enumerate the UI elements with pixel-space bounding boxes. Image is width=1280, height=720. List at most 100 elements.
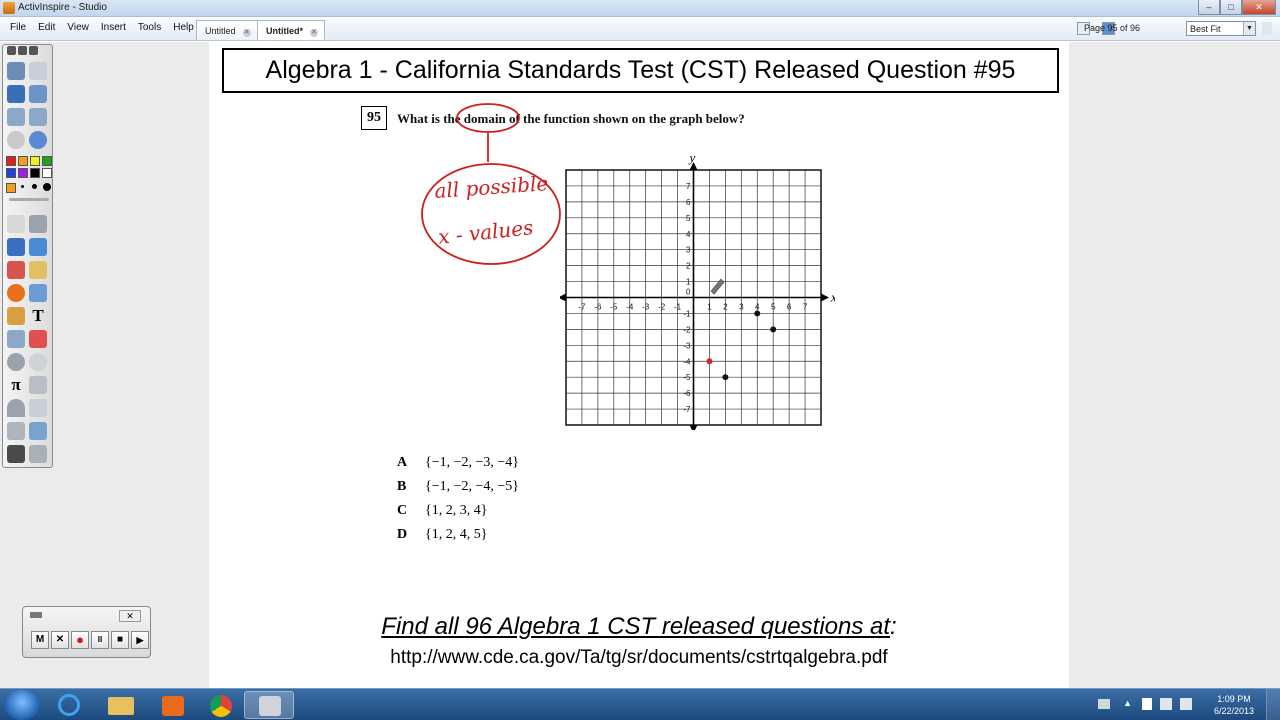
minimize-button[interactable]: – [1198, 0, 1220, 15]
menu-view[interactable]: View [61, 22, 95, 33]
system-clock[interactable]: 1:09 PM 6/22/2013 [1214, 693, 1254, 717]
notes-browser-tool-icon[interactable] [7, 85, 25, 103]
menu-edit[interactable]: Edit [32, 22, 61, 33]
toolbox-close-icon[interactable] [29, 46, 38, 55]
ruler-icon[interactable] [29, 376, 47, 394]
keyboard-icon[interactable] [1098, 699, 1110, 709]
connector-tool-icon[interactable] [29, 284, 47, 302]
pen-size-small-icon[interactable] [21, 185, 24, 188]
undo-icon[interactable] [7, 353, 25, 371]
toolbox-pin-icon[interactable] [18, 46, 27, 55]
pen-width-slider[interactable] [9, 198, 49, 201]
tab-label: Untitled [205, 26, 236, 36]
recorder-close-icon[interactable]: ✕ [119, 610, 141, 622]
shape-tool-icon[interactable] [7, 284, 25, 302]
overflow-icon[interactable] [1262, 22, 1272, 35]
play-icon[interactable] [7, 131, 25, 149]
text-tool-icon[interactable]: T [29, 307, 47, 325]
recorder-pause-button[interactable]: II [91, 631, 109, 649]
network-icon[interactable] [1160, 698, 1172, 710]
clock-date: 6/22/2013 [1213, 706, 1254, 716]
page-browser-tool-icon[interactable] [7, 62, 25, 80]
next-page-icon[interactable] [29, 108, 47, 126]
taskbar-activinspire[interactable] [244, 691, 294, 719]
close-button[interactable]: ✕ [1242, 0, 1276, 15]
choice-letter: D [397, 527, 408, 542]
x-tick-label: 1 [707, 303, 712, 312]
recorder-tool-icon[interactable] [7, 445, 25, 463]
origin-label: 0 [686, 288, 691, 297]
globe-icon[interactable] [29, 131, 47, 149]
pen-size-large-icon[interactable] [43, 183, 51, 191]
color-yellow-swatch[interactable] [30, 156, 40, 166]
property-browser-tool-icon[interactable] [29, 85, 47, 103]
redo-icon[interactable] [29, 353, 47, 371]
menu-help[interactable]: Help [167, 22, 200, 33]
compass-icon[interactable] [29, 399, 47, 417]
x-tick-label: 6 [787, 303, 792, 312]
menu-tools[interactable]: Tools [132, 22, 167, 33]
footer-url[interactable]: http://www.cde.ca.gov/Ta/tg/sr/documents… [209, 647, 1069, 669]
choice-c[interactable]: C {1, 2, 3, 4} [397, 503, 519, 527]
select-tool-icon[interactable] [7, 215, 25, 233]
activinspire-taskbar-icon [259, 696, 281, 716]
data-point [722, 374, 729, 381]
pen-tool-icon[interactable] [7, 238, 25, 256]
x-tick-label: -2 [658, 303, 666, 312]
color-purple-swatch[interactable] [18, 168, 28, 178]
color-green-swatch[interactable] [42, 156, 52, 166]
color-picker-swatch[interactable] [6, 183, 16, 193]
choice-a[interactable]: A {−1, −2, −3, −4} [397, 455, 519, 479]
color-white-swatch[interactable] [42, 168, 52, 178]
camera-icon[interactable] [29, 422, 47, 440]
recorder-cancel-button[interactable]: ✕ [51, 631, 69, 649]
choice-b[interactable]: B {−1, −2, −4, −5} [397, 479, 519, 503]
taskbar-explorer[interactable] [96, 691, 146, 719]
taskbar-media-player[interactable] [148, 691, 198, 719]
color-orange-swatch[interactable] [18, 156, 28, 166]
tab-untitled-active[interactable]: Untitled* ✕ [257, 20, 325, 40]
color-black-swatch[interactable] [30, 168, 40, 178]
recorder-minimize-button[interactable]: M [31, 631, 49, 649]
window-controls: – □ ✕ [1198, 0, 1276, 15]
highlighter-tool-icon[interactable] [29, 238, 47, 256]
recorder-play-button[interactable]: ▶ [131, 631, 149, 649]
menu-file[interactable]: File [4, 22, 32, 33]
ink-annotation[interactable]: all possible x - values [415, 98, 575, 270]
eraser-tool-icon[interactable] [7, 261, 25, 279]
toolbox-menu-icon[interactable] [7, 46, 16, 55]
recorder-stop-button[interactable]: ■ [111, 631, 129, 649]
more-tools-icon[interactable] [29, 445, 47, 463]
taskbar-chrome[interactable] [196, 691, 246, 719]
zoom-select[interactable]: Best Fit ▼ [1186, 21, 1256, 36]
flag-icon[interactable] [1142, 698, 1152, 710]
data-point [706, 358, 713, 365]
tools-icon[interactable] [29, 215, 47, 233]
pen-size-medium-icon[interactable] [32, 184, 37, 189]
previous-page-icon[interactable] [7, 108, 25, 126]
color-blue-swatch[interactable] [6, 168, 16, 178]
reset-page-icon[interactable] [29, 330, 47, 348]
taskbar-internet-explorer[interactable] [44, 691, 94, 719]
color-red-swatch[interactable] [6, 156, 16, 166]
pi-icon[interactable]: π [7, 376, 25, 394]
start-button[interactable] [4, 690, 40, 720]
tab-close-icon[interactable]: ✕ [242, 29, 251, 37]
choice-d[interactable]: D {1, 2, 4, 5} [397, 527, 519, 551]
fill-tool-icon[interactable] [29, 261, 47, 279]
menu-insert[interactable]: Insert [95, 22, 132, 33]
maximize-button[interactable]: □ [1220, 0, 1242, 15]
recorder-record-button[interactable]: ● [71, 631, 89, 649]
tab-untitled[interactable]: Untitled ✕ [196, 20, 258, 40]
resource-library-icon[interactable] [7, 307, 25, 325]
y-axis-arrow-down [689, 425, 698, 430]
tray-expand-icon[interactable]: ▲ [1123, 698, 1132, 708]
volume-icon[interactable] [1180, 698, 1192, 710]
calculator-icon[interactable] [7, 422, 25, 440]
tab-close-icon[interactable]: ✕ [310, 29, 318, 37]
x-axis-label: x [830, 290, 835, 305]
show-desktop-button[interactable] [1266, 689, 1280, 720]
object-browser-tool-icon[interactable] [29, 62, 47, 80]
protractor-icon[interactable] [7, 399, 25, 417]
clear-icon[interactable] [7, 330, 25, 348]
